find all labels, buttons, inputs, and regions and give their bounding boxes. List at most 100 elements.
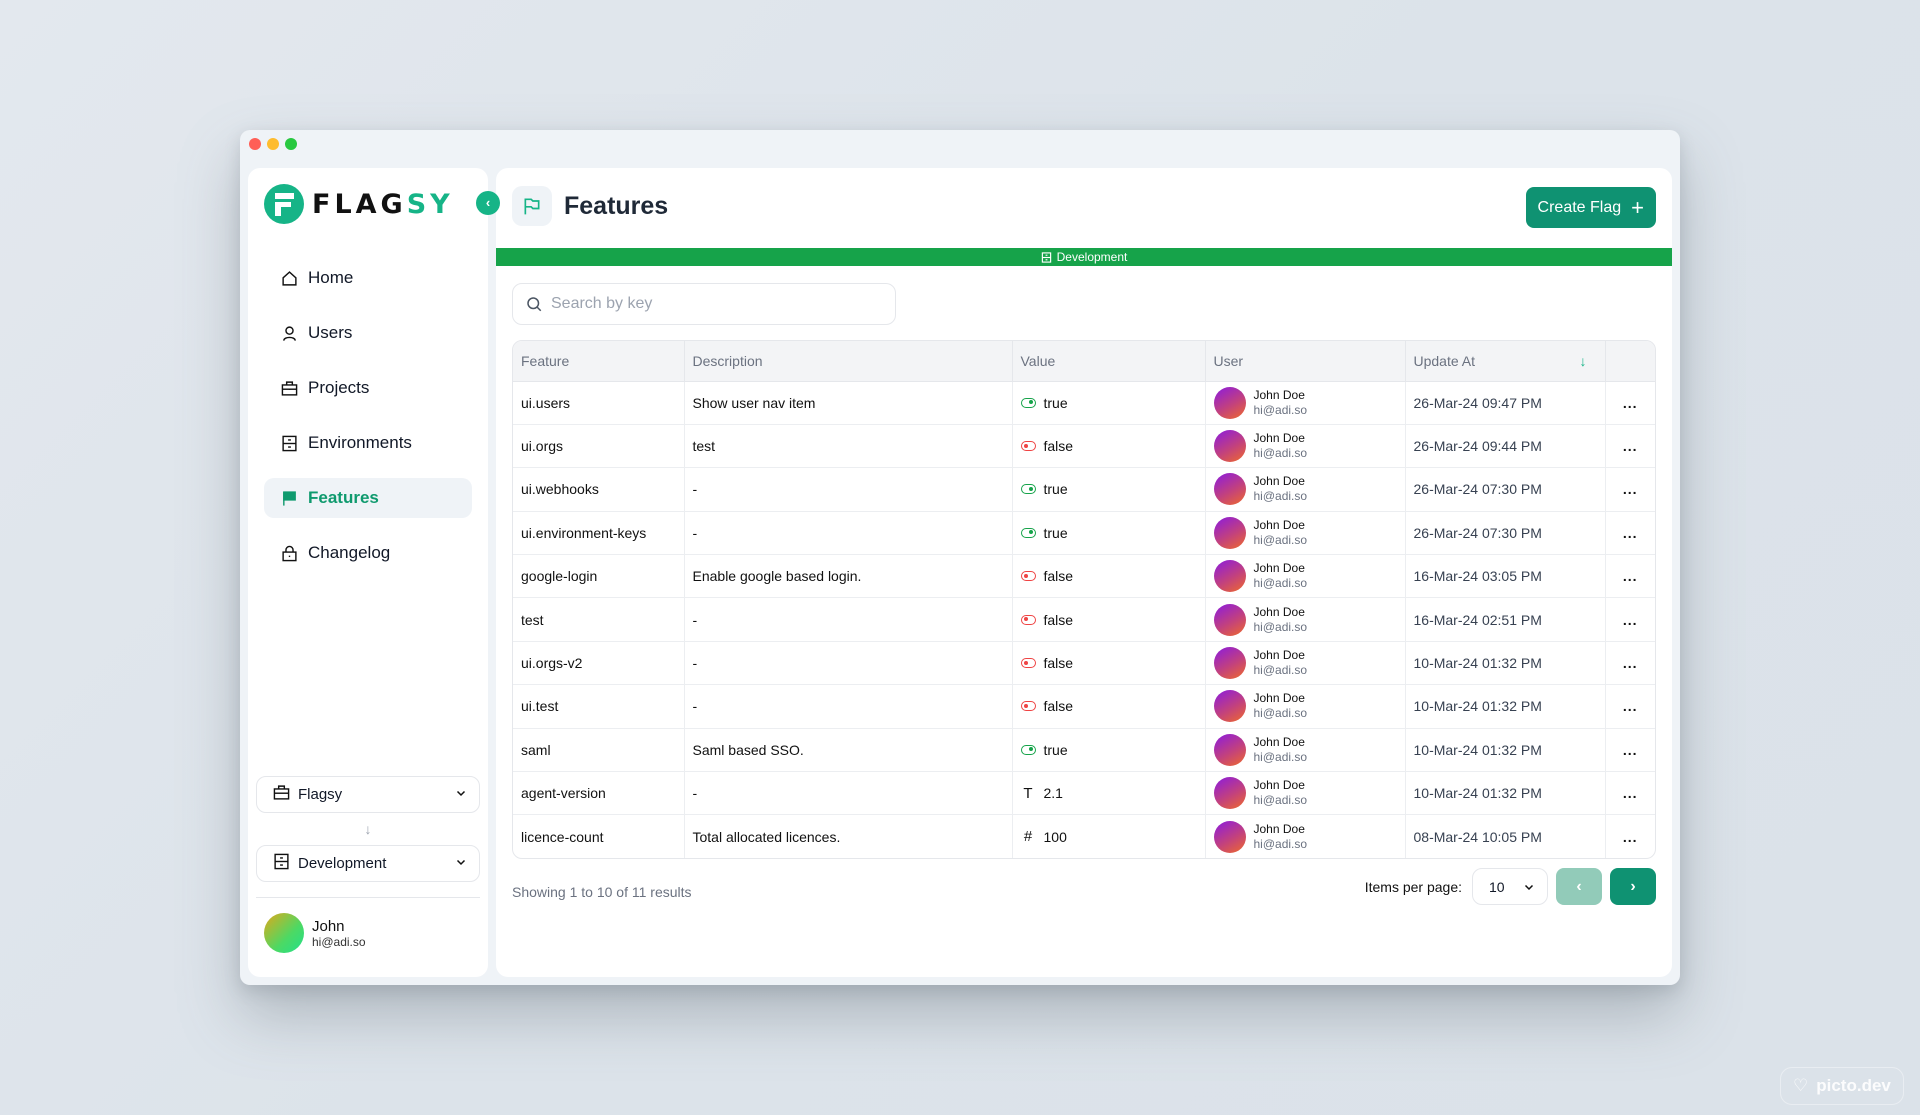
table-row[interactable]: google-login Enable google based login. … [513, 554, 1655, 599]
sidebar-item-users[interactable]: Users [264, 313, 472, 353]
cabinet-icon [280, 434, 298, 452]
updated-at-cell: 16-Mar-24 02:51 PM [1405, 597, 1606, 642]
sidebar-item-environments[interactable]: Environments [264, 423, 472, 463]
row-actions-button[interactable]: ... [1605, 597, 1655, 642]
table-row[interactable]: ui.orgs-v2 - false John Doe hi@adi.so 10… [513, 641, 1655, 686]
logo[interactable]: FLAGSY [264, 184, 454, 224]
row-actions-button[interactable]: ... [1605, 771, 1655, 816]
avatar [1213, 386, 1246, 419]
chevron-right-icon: › [1630, 877, 1636, 895]
feature-description: Show user nav item [692, 394, 816, 411]
feature-key: google-login [521, 568, 598, 585]
feature-key: saml [521, 741, 551, 758]
row-actions-button[interactable]: ... [1605, 684, 1655, 729]
row-actions-button[interactable]: ... [1605, 511, 1655, 556]
column-header-update-at[interactable]: Update At ↓ [1405, 341, 1606, 382]
value-cell: #100 [1012, 814, 1206, 859]
column-header-user[interactable]: User [1205, 341, 1406, 382]
row-actions-button[interactable]: ... [1605, 641, 1655, 686]
row-actions-button[interactable]: ... [1605, 467, 1655, 512]
table-row[interactable]: ui.orgs test false John Doe hi@adi.so 26… [513, 424, 1655, 469]
updated-at: 10-Mar-24 01:32 PM [1413, 785, 1542, 802]
row-actions-button[interactable]: ... [1605, 554, 1655, 599]
toggle-on-icon [1020, 527, 1036, 538]
table-row[interactable]: ui.environment-keys - true John Doe hi@a… [513, 511, 1655, 556]
table-row[interactable]: ui.test - false John Doe hi@adi.so 10-Ma… [513, 684, 1655, 729]
project-select[interactable]: Flagsy [256, 776, 480, 813]
feature-description: - [692, 611, 698, 628]
collapse-sidebar-button[interactable]: ‹ [476, 191, 500, 215]
row-actions-button[interactable]: ... [1605, 381, 1655, 425]
close-window-button[interactable] [249, 138, 261, 150]
maximize-window-button[interactable] [285, 138, 297, 150]
environment-select[interactable]: Development [256, 845, 480, 882]
feature-description: Enable google based login. [692, 568, 862, 585]
avatar [1213, 603, 1246, 636]
table-row[interactable]: agent-version - T 2.1 John Doe hi@adi.so … [513, 771, 1655, 816]
create-flag-button[interactable]: Create Flag + [1525, 187, 1656, 228]
search-box[interactable] [512, 283, 896, 325]
table-row[interactable]: ui.users Show user nav item true John Do… [513, 381, 1655, 425]
row-actions-button[interactable]: ... [1605, 815, 1655, 858]
column-label: Description [692, 352, 763, 369]
user-email: hi@adi.so [1253, 532, 1308, 547]
feature-value: true [1043, 524, 1068, 541]
user-email: hi@adi.so [1253, 793, 1308, 808]
flag-icon [280, 489, 298, 507]
user-profile[interactable]: John hi@adi.so [264, 913, 366, 953]
previous-page-button[interactable]: ‹ [1556, 868, 1602, 905]
sidebar-item-features[interactable]: Features [264, 478, 472, 518]
sidebar-item-projects[interactable]: Projects [264, 368, 472, 408]
next-page-button[interactable]: › [1610, 868, 1656, 905]
user-name: John Doe [1253, 561, 1305, 576]
row-actions-button[interactable]: ... [1605, 728, 1655, 773]
feature-value: true [1043, 481, 1068, 498]
feature-description: Total allocated licences. [692, 828, 841, 845]
table-row[interactable]: saml Saml based SSO. true John Doe hi@ad… [513, 728, 1655, 773]
user-cell: John Doe hi@adi.so [1205, 424, 1406, 469]
sidebar-item-label: Environments [308, 433, 412, 452]
avatar [264, 913, 304, 953]
updated-at: 26-Mar-24 07:30 PM [1413, 524, 1542, 541]
column-header-feature[interactable]: Feature [513, 341, 685, 382]
updated-at: 10-Mar-24 01:32 PM [1413, 698, 1542, 715]
row-actions-button[interactable]: ... [1605, 424, 1655, 469]
column-header-description[interactable]: Description [684, 341, 1013, 382]
feature-value: true [1043, 394, 1068, 411]
items-per-page-select[interactable]: 10 [1472, 868, 1548, 905]
main-panel: Features Create Flag + Development Featu… [496, 168, 1672, 977]
items-per-page-label: Items per page: [1364, 878, 1462, 895]
column-header-value[interactable]: Value [1012, 341, 1206, 382]
column-header-actions [1605, 341, 1655, 382]
user-email: hi@adi.so [1253, 706, 1308, 721]
feature-key-cell: google-login [513, 554, 685, 599]
user-name: John Doe [1253, 734, 1305, 749]
feature-value: 2.1 [1043, 785, 1063, 802]
sidebar-item-home[interactable]: Home [264, 258, 472, 298]
app-window: FLAGSY ‹ Home Users Projects Environment… [240, 130, 1680, 985]
feature-value: false [1043, 698, 1074, 715]
toggle-off-icon [1020, 571, 1036, 582]
window-controls [249, 138, 297, 150]
minimize-window-button[interactable] [267, 138, 279, 150]
watermark-badge[interactable]: ♡ picto.dev [1780, 1067, 1904, 1105]
feature-key-cell: saml [513, 728, 685, 773]
brand-suffix: SY [406, 188, 454, 220]
search-input[interactable] [551, 295, 881, 313]
page-title: Features [564, 191, 669, 220]
value-cell: true [1012, 381, 1206, 425]
toggle-on-icon [1020, 484, 1036, 495]
text-type-icon: T [1023, 784, 1033, 802]
feature-key-cell: ui.environment-keys [513, 511, 685, 556]
table-row[interactable]: test - false John Doe hi@adi.so 16-Mar-2… [513, 597, 1655, 642]
avatar [1213, 647, 1246, 680]
sidebar-nav: Home Users Projects Environments Feature… [264, 258, 472, 588]
sort-descending-icon[interactable]: ↓ [1580, 353, 1587, 369]
table-row[interactable]: ui.webhooks - true John Doe hi@adi.so 26… [513, 467, 1655, 512]
chevron-down-icon [455, 855, 467, 872]
user-name: John Doe [1253, 431, 1305, 446]
more-icon: ... [1622, 568, 1638, 585]
feature-key: licence-count [521, 828, 604, 845]
sidebar-item-changelog[interactable]: Changelog [264, 533, 472, 573]
table-row[interactable]: licence-count Total allocated licences. … [513, 814, 1655, 859]
